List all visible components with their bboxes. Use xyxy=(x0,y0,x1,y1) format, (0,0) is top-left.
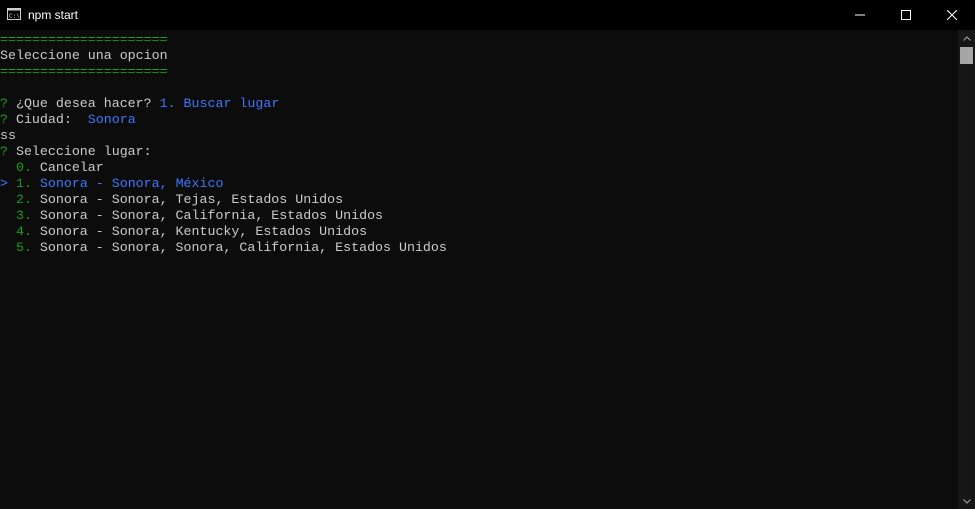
terminal-text-segment: 5. xyxy=(0,240,40,255)
console-icon: C:\ xyxy=(7,8,21,20)
svg-text:C:\: C:\ xyxy=(9,13,20,20)
terminal-text-segment: 1. Buscar lugar xyxy=(159,96,280,111)
scroll-down-button[interactable] xyxy=(958,493,975,509)
terminal-text-segment: Seleccione una opcion xyxy=(0,48,168,63)
terminal-line: 4. Sonora - Sonora, Kentucky, Estados Un… xyxy=(0,224,958,240)
terminal-line: ? Ciudad: Sonora xyxy=(0,112,958,128)
terminal-text-segment: ===================== xyxy=(0,32,168,47)
terminal-text-segment: 2. xyxy=(0,192,40,207)
chevron-up-icon xyxy=(962,35,971,41)
terminal-line: 2. Sonora - Sonora, Tejas, Estados Unido… xyxy=(0,192,958,208)
terminal-text-segment: Ciudad: xyxy=(15,112,88,127)
terminal-line: ===================== xyxy=(0,32,958,48)
terminal-text-segment: > xyxy=(0,176,16,191)
terminal-text-segment: 4. xyxy=(0,224,40,239)
terminal-line: ===================== xyxy=(0,64,958,80)
terminal-text-segment: ss xyxy=(0,128,16,143)
terminal-text-segment: ===================== xyxy=(0,64,168,79)
terminal-text-segment: ¿Que desea hacer? xyxy=(15,96,160,111)
terminal-line: 3. Sonora - Sonora, California, Estados … xyxy=(0,208,958,224)
chevron-down-icon xyxy=(962,498,971,504)
window-title: npm start xyxy=(28,8,79,22)
terminal-text-segment: Sonora - Sonora, México xyxy=(39,176,224,191)
close-button[interactable] xyxy=(929,0,975,30)
title-bar[interactable]: C:\ npm start xyxy=(0,0,975,30)
terminal-text-segment: Sonora - Sonora, California, Estados Uni… xyxy=(39,208,384,223)
vertical-scrollbar[interactable] xyxy=(958,30,975,509)
terminal-line: ? ¿Que desea hacer? 1. Buscar lugar xyxy=(0,96,958,112)
terminal-output[interactable]: ===================== Seleccione una opci… xyxy=(0,30,958,509)
console-window: C:\ npm start ===================== Selec… xyxy=(0,0,975,509)
scroll-up-button[interactable] xyxy=(958,30,975,46)
minimize-button[interactable] xyxy=(837,0,883,30)
terminal-line: ? Seleccione lugar: xyxy=(0,144,958,160)
terminal-text-segment: 1. xyxy=(15,176,40,191)
maximize-button[interactable] xyxy=(883,0,929,30)
terminal-text-segment: Sonora - Sonora, Sonora, California, Est… xyxy=(39,240,447,255)
terminal-text-segment: ? xyxy=(0,112,16,127)
terminal-line: Seleccione una opcion xyxy=(0,48,958,64)
terminal-text-segment: ? xyxy=(0,96,16,111)
terminal-text-segment: Cancelar xyxy=(39,160,104,175)
terminal-text-segment: ? xyxy=(0,144,16,159)
maximize-icon xyxy=(901,10,911,20)
terminal-line: > 1. Sonora - Sonora, México xyxy=(0,176,958,192)
terminal-text-segment: Sonora - Sonora, Kentucky, Estados Unido… xyxy=(39,224,368,239)
minimize-icon xyxy=(855,14,865,16)
terminal-line: 5. Sonora - Sonora, Sonora, California, … xyxy=(0,240,958,256)
terminal-text-segment: 0. xyxy=(0,160,40,175)
terminal-text-segment: Sonora xyxy=(87,112,136,127)
close-icon xyxy=(947,10,957,20)
terminal-line: ss xyxy=(0,128,958,144)
terminal-line: 0. Cancelar xyxy=(0,160,958,176)
terminal-text-segment: 3. xyxy=(0,208,40,223)
scroll-thumb[interactable] xyxy=(960,47,973,64)
terminal-text-segment: Sonora - Sonora, Tejas, Estados Unidos xyxy=(39,192,344,207)
terminal-text-segment: Seleccione lugar: xyxy=(15,144,152,159)
